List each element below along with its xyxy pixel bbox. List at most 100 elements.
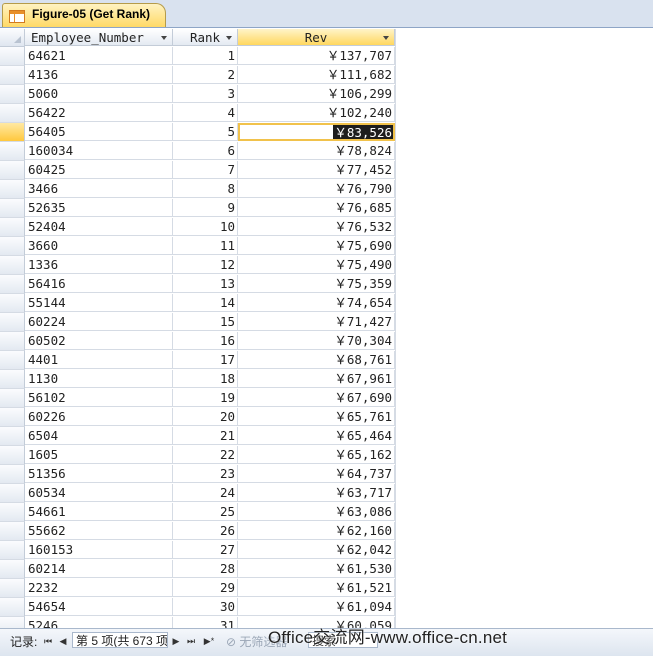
- record-selector[interactable]: [0, 47, 25, 66]
- cell-rank[interactable]: 22: [173, 446, 238, 464]
- cell-employee-number[interactable]: 54661: [25, 503, 173, 521]
- table-row[interactable]: 3466 8 ￥76,790: [0, 180, 653, 199]
- cell-rev[interactable]: ￥75,690: [238, 237, 395, 255]
- cell-rev[interactable]: ￥111,682: [238, 66, 395, 84]
- cell-employee-number[interactable]: 1336: [25, 256, 173, 274]
- cell-employee-number[interactable]: 1130: [25, 370, 173, 388]
- record-selector[interactable]: [0, 218, 25, 237]
- table-row[interactable]: 55144 14 ￥74,654: [0, 294, 653, 313]
- cell-rev[interactable]: ￥78,824: [238, 142, 395, 160]
- cell-rank[interactable]: 5: [173, 123, 238, 141]
- table-row[interactable]: 5060 3 ￥106,299: [0, 85, 653, 104]
- record-selector[interactable]: [0, 180, 25, 199]
- cell-employee-number[interactable]: 60226: [25, 408, 173, 426]
- cell-rank[interactable]: 8: [173, 180, 238, 198]
- table-row[interactable]: 6504 21 ￥65,464: [0, 427, 653, 446]
- cell-rev[interactable]: ￥65,464: [238, 427, 395, 445]
- cell-employee-number[interactable]: 56405: [25, 123, 173, 141]
- table-row[interactable]: 1130 18 ￥67,961: [0, 370, 653, 389]
- record-selector[interactable]: [0, 389, 25, 408]
- select-all-corner[interactable]: [0, 29, 25, 47]
- table-row[interactable]: 56102 19 ￥67,690: [0, 389, 653, 408]
- table-row[interactable]: 1605 22 ￥65,162: [0, 446, 653, 465]
- cell-rev[interactable]: ￥67,690: [238, 389, 395, 407]
- record-selector[interactable]: [0, 465, 25, 484]
- cell-employee-number[interactable]: 56102: [25, 389, 173, 407]
- cell-employee-number[interactable]: 4401: [25, 351, 173, 369]
- record-selector[interactable]: [0, 408, 25, 427]
- last-record-button[interactable]: ⏭: [185, 634, 197, 648]
- record-selector[interactable]: [0, 427, 25, 446]
- record-selector[interactable]: [0, 351, 25, 370]
- cell-employee-number[interactable]: 55662: [25, 522, 173, 540]
- record-selector[interactable]: [0, 541, 25, 560]
- cell-rev[interactable]: ￥65,761: [238, 408, 395, 426]
- cell-rank[interactable]: 17: [173, 351, 238, 369]
- cell-rank[interactable]: 24: [173, 484, 238, 502]
- cell-rank[interactable]: 21: [173, 427, 238, 445]
- table-row[interactable]: 3660 11 ￥75,690: [0, 237, 653, 256]
- cell-rank[interactable]: 2: [173, 66, 238, 84]
- record-selector[interactable]: [0, 503, 25, 522]
- table-row[interactable]: 60224 15 ￥71,427: [0, 313, 653, 332]
- cell-rev[interactable]: ￥61,094: [238, 598, 395, 616]
- table-row[interactable]: 54661 25 ￥63,086: [0, 503, 653, 522]
- cell-rev[interactable]: ￥74,654: [238, 294, 395, 312]
- cell-rank[interactable]: 15: [173, 313, 238, 331]
- cell-rev[interactable]: ￥75,359: [238, 275, 395, 293]
- cell-rank[interactable]: 13: [173, 275, 238, 293]
- table-row[interactable]: 60534 24 ￥63,717: [0, 484, 653, 503]
- cell-rev[interactable]: ￥63,717: [238, 484, 395, 502]
- cell-rank[interactable]: 10: [173, 218, 238, 236]
- record-selector[interactable]: [0, 484, 25, 503]
- cell-rev[interactable]: ￥67,961: [238, 370, 395, 388]
- cell-rev[interactable]: ￥137,707: [238, 47, 395, 65]
- record-selector[interactable]: [0, 332, 25, 351]
- table-row[interactable]: 160153 27 ￥62,042: [0, 541, 653, 560]
- table-row[interactable]: 60502 16 ￥70,304: [0, 332, 653, 351]
- table-row[interactable]: 52404 10 ￥76,532: [0, 218, 653, 237]
- table-row[interactable]: 52635 9 ￥76,685: [0, 199, 653, 218]
- cell-rank[interactable]: 3: [173, 85, 238, 103]
- cell-rank[interactable]: 20: [173, 408, 238, 426]
- cell-rev[interactable]: ￥68,761: [238, 351, 395, 369]
- cell-employee-number[interactable]: 54654: [25, 598, 173, 616]
- cell-rev[interactable]: ￥65,162: [238, 446, 395, 464]
- cell-rank[interactable]: 27: [173, 541, 238, 559]
- record-selector[interactable]: [0, 598, 25, 617]
- record-selector[interactable]: [0, 85, 25, 104]
- previous-record-button[interactable]: ◀: [57, 634, 69, 648]
- cell-rank[interactable]: 12: [173, 256, 238, 274]
- cell-rev[interactable]: ￥76,532: [238, 218, 395, 236]
- table-row[interactable]: 2232 29 ￥61,521: [0, 579, 653, 598]
- record-selector[interactable]: [0, 161, 25, 180]
- table-row[interactable]: 55662 26 ￥62,160: [0, 522, 653, 541]
- record-selector[interactable]: [0, 104, 25, 123]
- cell-rev[interactable]: ￥75,490: [238, 256, 395, 274]
- cell-rev[interactable]: ￥62,160: [238, 522, 395, 540]
- cell-rev[interactable]: ￥102,240: [238, 104, 395, 122]
- cell-employee-number[interactable]: 60425: [25, 161, 173, 179]
- record-selector[interactable]: [0, 275, 25, 294]
- cell-employee-number[interactable]: 160153: [25, 541, 173, 559]
- cell-employee-number[interactable]: 60534: [25, 484, 173, 502]
- cell-rank[interactable]: 25: [173, 503, 238, 521]
- chevron-down-icon[interactable]: [383, 36, 389, 40]
- table-row[interactable]: 4136 2 ￥111,682: [0, 66, 653, 85]
- table-row[interactable]: 4401 17 ￥68,761: [0, 351, 653, 370]
- table-row[interactable]: 60214 28 ￥61,530: [0, 560, 653, 579]
- current-record-field[interactable]: 第 5 项(共 673 项): [72, 632, 168, 648]
- cell-rank[interactable]: 11: [173, 237, 238, 255]
- cell-employee-number[interactable]: 51356: [25, 465, 173, 483]
- cell-employee-number[interactable]: 52635: [25, 199, 173, 217]
- record-selector[interactable]: [0, 446, 25, 465]
- first-record-button[interactable]: ⏮: [42, 634, 54, 648]
- cell-rank[interactable]: 30: [173, 598, 238, 616]
- cell-rev[interactable]: ￥62,042: [238, 541, 395, 559]
- record-selector[interactable]: [0, 256, 25, 275]
- cell-rev[interactable]: ￥63,086: [238, 503, 395, 521]
- cell-employee-number[interactable]: 60214: [25, 560, 173, 578]
- record-selector[interactable]: [0, 579, 25, 598]
- cell-employee-number[interactable]: 64621: [25, 47, 173, 65]
- table-row[interactable]: 51356 23 ￥64,737: [0, 465, 653, 484]
